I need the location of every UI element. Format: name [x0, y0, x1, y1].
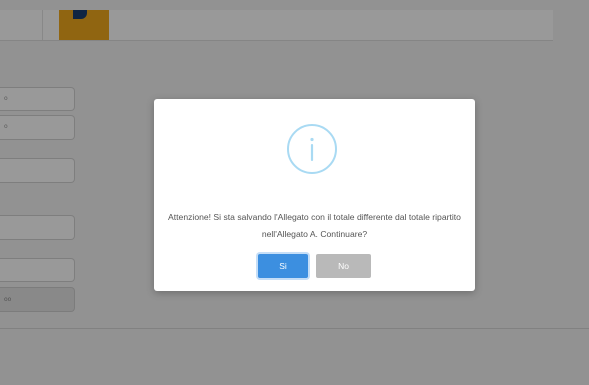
confirm-button[interactable]: Si: [258, 254, 308, 278]
cancel-button[interactable]: No: [316, 254, 371, 278]
dialog-message: Attenzione! Si sta salvando l'Allegato c…: [168, 212, 461, 239]
confirm-dialog: Attenzione! Si sta salvando l'Allegato c…: [154, 99, 475, 291]
info-icon: [287, 124, 337, 174]
